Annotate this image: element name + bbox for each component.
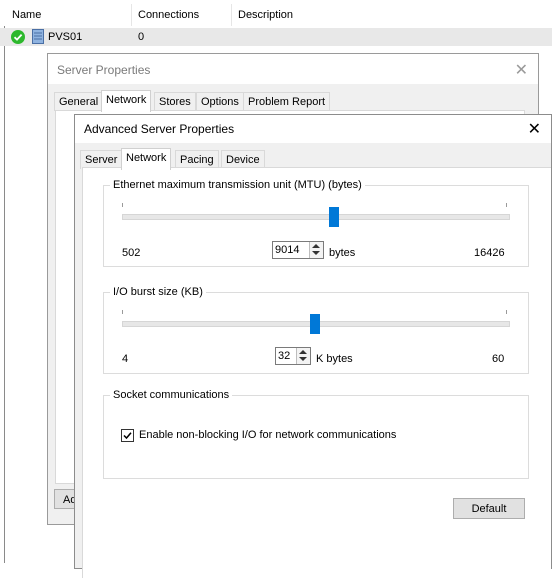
- burst-group-title: I/O burst size (KB): [110, 286, 206, 298]
- nonblocking-checkbox[interactable]: [121, 429, 134, 442]
- tab-problem-report[interactable]: Problem Report: [243, 92, 331, 111]
- tab-options[interactable]: Options: [196, 92, 244, 111]
- column-separator[interactable]: [231, 4, 232, 26]
- column-header-description[interactable]: Description: [238, 9, 293, 21]
- column-separator[interactable]: [131, 4, 132, 26]
- slider-tick: [506, 203, 507, 207]
- mtu-unit-label: bytes: [329, 247, 356, 259]
- chevron-down-icon[interactable]: [299, 357, 307, 361]
- slider-tick: [506, 310, 507, 314]
- spinner-buttons[interactable]: [309, 242, 323, 258]
- tab-general[interactable]: General: [54, 92, 104, 111]
- table-row[interactable]: PVS01 0: [0, 28, 552, 46]
- chevron-up-icon[interactable]: [299, 350, 307, 354]
- check-icon: [11, 30, 25, 44]
- mtu-group: Ethernet maximum transmission unit (MTU)…: [103, 179, 529, 267]
- spinner-buttons[interactable]: [296, 348, 310, 364]
- socket-group-title: Socket communications: [110, 389, 233, 401]
- tab-network[interactable]: Network: [101, 90, 152, 112]
- console-border: [4, 0, 5, 563]
- column-header-name[interactable]: Name: [12, 9, 41, 21]
- close-icon[interactable]: ✕: [515, 60, 528, 80]
- mtu-slider-thumb[interactable]: [329, 207, 340, 227]
- mtu-min-label: 502: [122, 247, 141, 259]
- server-name-cell: PVS01: [48, 31, 83, 43]
- server-icon: [32, 29, 44, 44]
- mtu-max-label: 16426: [474, 247, 505, 259]
- burst-slider-thumb[interactable]: [310, 314, 320, 334]
- mtu-spinbox[interactable]: 9014: [272, 241, 324, 259]
- nonblocking-label[interactable]: Enable non-blocking I/O for network comm…: [139, 429, 396, 441]
- burst-unit-label: K bytes: [316, 353, 353, 365]
- close-icon[interactable]: ✕: [528, 119, 541, 139]
- chevron-down-icon[interactable]: [312, 251, 320, 255]
- dialog-titlebar[interactable]: Server Properties ✕: [48, 54, 538, 84]
- mtu-group-title: Ethernet maximum transmission unit (MTU)…: [110, 179, 365, 191]
- chevron-up-icon[interactable]: [312, 244, 320, 248]
- burst-spinbox[interactable]: 32: [275, 347, 311, 365]
- mtu-slider-track[interactable]: [122, 214, 510, 220]
- checkmark-icon: [123, 432, 132, 440]
- burst-min-label: 4: [122, 353, 129, 365]
- default-button[interactable]: Default: [453, 498, 525, 519]
- dialog-title: Server Properties: [57, 63, 151, 77]
- burst-max-label: 60: [492, 353, 505, 365]
- socket-group: Socket communications Enable non-blockin…: [103, 389, 529, 479]
- slider-tick: [122, 203, 123, 207]
- dialog-title: Advanced Server Properties: [84, 122, 235, 136]
- tab-panel: Ethernet maximum transmission unit (MTU)…: [82, 167, 551, 578]
- advanced-server-properties-dialog: Advanced Server Properties ✕ Server Netw…: [74, 114, 552, 578]
- connections-cell: 0: [138, 31, 145, 43]
- burst-value[interactable]: 32: [278, 350, 290, 362]
- tab-stores[interactable]: Stores: [154, 92, 196, 111]
- column-header-connections[interactable]: Connections: [138, 9, 199, 21]
- tab-network[interactable]: Network: [121, 148, 172, 170]
- list-header: Name Connections Description: [0, 0, 552, 26]
- dialog-titlebar[interactable]: Advanced Server Properties ✕: [75, 115, 551, 143]
- slider-tick: [122, 310, 123, 314]
- mtu-value[interactable]: 9014: [275, 244, 299, 256]
- burst-group: I/O burst size (KB) 4 32 K bytes 60: [103, 286, 529, 374]
